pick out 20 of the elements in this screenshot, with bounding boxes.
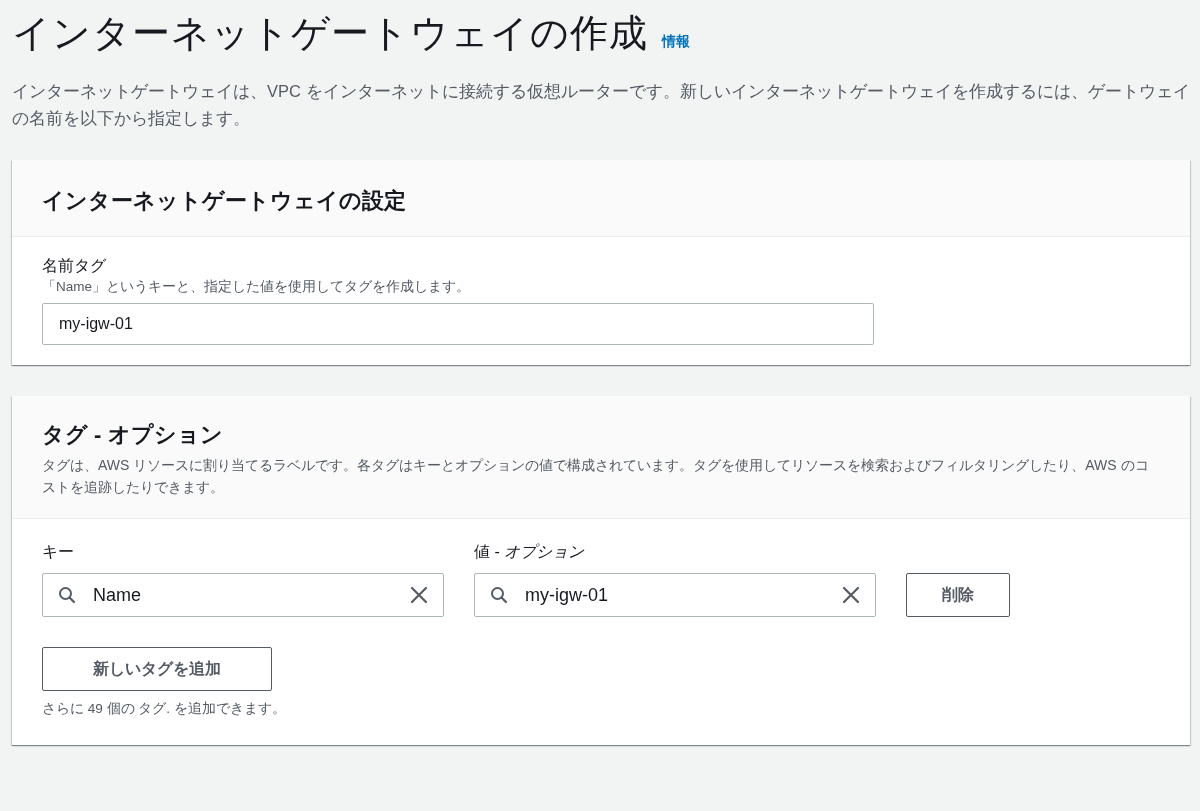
clear-icon[interactable]: [842, 586, 860, 604]
field-description: 「Name」というキーと、指定した値を使用してタグを作成します。: [42, 278, 471, 296]
info-link[interactable]: 情報: [662, 33, 690, 51]
clear-icon[interactable]: [410, 586, 428, 604]
value-label: 値 - オプション: [474, 542, 586, 562]
tag-limit-note: さらに 49 個の タグ. を追加できます。: [42, 700, 287, 718]
panel-description: タグは、AWS リソースに割り当てるラベルです。各タグはキーとオプションの値で構成されています。タグを使用してリソースを検索およびフィルタリングしたり、AWS のコストを追跡したりできます。: [42, 456, 1150, 497]
search-icon: [58, 586, 76, 604]
key-field[interactable]: Name: [42, 573, 444, 617]
page-description: インターネットゲートウェイは、VPC をインターネットに接続する仮想ルーターです。新しいインターネットゲートウェイを作成するには、ゲートウェイの名前を以下から指定します。: [12, 81, 1190, 129]
name-tag-field[interactable]: my-igw-01: [42, 303, 874, 345]
page-title: インターネットゲートウェイの作成: [12, 11, 648, 56]
key-label: キー: [42, 542, 75, 562]
field-label: 名前タグ: [42, 256, 107, 276]
remove-button[interactable]: 削除: [906, 573, 1010, 617]
add-tag-button[interactable]: 新しいタグを追加: [42, 647, 272, 691]
search-icon: [490, 586, 508, 604]
value-field[interactable]: my-igw-01: [474, 573, 876, 617]
panel-title: インターネットゲートウェイの設定: [42, 187, 407, 215]
panel-title: タグ - オプション: [42, 421, 224, 449]
